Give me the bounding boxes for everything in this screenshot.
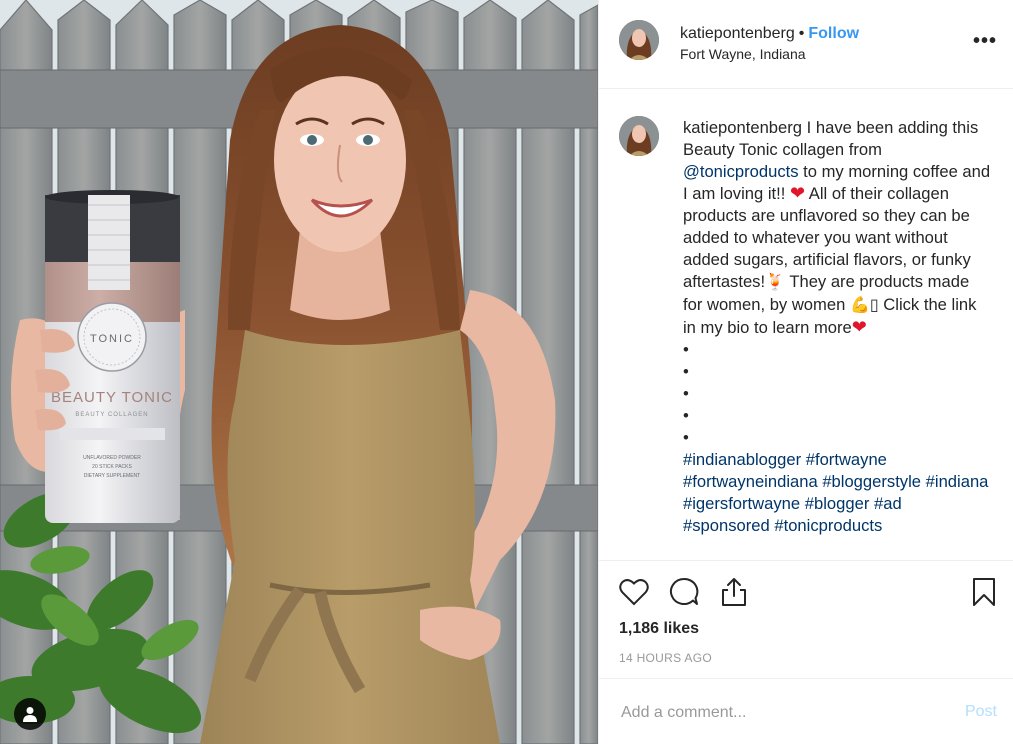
hashtag-link[interactable]: #fortwayneindiana bbox=[683, 472, 818, 491]
flexed-biceps-emoji: 💪 bbox=[849, 297, 870, 314]
post-side-panel: katiepontenberg • Follow Fort Wayne, India… bbox=[598, 0, 1013, 744]
mention-link[interactable]: @tonicproducts bbox=[683, 162, 799, 181]
avatar-image bbox=[619, 20, 659, 60]
action-bar bbox=[599, 560, 1013, 618]
bullet-line: • bbox=[683, 384, 689, 403]
like-button[interactable] bbox=[618, 576, 650, 608]
product-brand: TONIC bbox=[90, 333, 134, 345]
bullet-line: • bbox=[683, 362, 689, 381]
hashtag-link[interactable]: #indiana bbox=[926, 472, 989, 491]
post-comment-button[interactable]: Post bbox=[965, 703, 997, 721]
post-caption: katiepontenberg I have been adding this … bbox=[683, 117, 993, 537]
product-title: BEAUTY TONIC bbox=[51, 389, 173, 406]
comments-area: katiepontenberg I have been adding this … bbox=[599, 88, 1013, 560]
share-button[interactable] bbox=[718, 576, 750, 608]
post-timestamp[interactable]: 14 HOURS AGO bbox=[619, 651, 712, 665]
hashtag-link[interactable]: #tonicproducts bbox=[774, 516, 882, 535]
product-line2: 20 STICK PACKS bbox=[92, 464, 132, 470]
hashtag-link[interactable]: #ad bbox=[874, 494, 902, 513]
instagram-post: TONIC BEAUTY TONIC BEAUTY COLLAGEN UNFLA… bbox=[0, 0, 1013, 744]
hashtag-link[interactable]: #bloggerstyle bbox=[822, 472, 921, 491]
bullet-line: • bbox=[683, 340, 689, 359]
cocktail-emoji: 🍹 bbox=[765, 274, 786, 291]
hashtag-link[interactable]: #indianablogger bbox=[683, 450, 801, 469]
user-tag-icon bbox=[23, 707, 37, 722]
follow-button[interactable]: Follow bbox=[808, 25, 859, 42]
header-line: katiepontenberg • Follow bbox=[680, 24, 859, 44]
header-username-link[interactable]: katiepontenberg bbox=[680, 25, 795, 42]
product-line1: UNFLAVORED POWDER bbox=[83, 455, 141, 461]
save-button[interactable] bbox=[968, 576, 1000, 608]
post-header: katiepontenberg • Follow Fort Wayne, India… bbox=[599, 0, 1013, 89]
bookmark-icon bbox=[973, 578, 995, 606]
bullet-line: • bbox=[683, 428, 689, 447]
heart-emoji: ❤ bbox=[789, 183, 806, 203]
comment-button[interactable] bbox=[668, 576, 700, 608]
likes-count[interactable]: 1,186 likes bbox=[619, 620, 699, 638]
share-icon bbox=[722, 578, 746, 606]
photo-illustration: TONIC BEAUTY TONIC BEAUTY COLLAGEN UNFLA… bbox=[0, 0, 598, 744]
hashtag-list: #indianablogger #fortwayne #fortwayneind… bbox=[683, 449, 993, 537]
hashtag-link[interactable]: #igersfortwayne bbox=[683, 494, 800, 513]
heart-icon bbox=[619, 579, 649, 606]
product-can: TONIC BEAUTY TONIC BEAUTY COLLAGEN UNFLA… bbox=[45, 190, 180, 523]
bullet-line: • bbox=[683, 406, 689, 425]
product-subtitle: BEAUTY COLLAGEN bbox=[75, 412, 148, 418]
comment-input[interactable] bbox=[619, 699, 943, 727]
header-text: katiepontenberg • Follow Fort Wayne, India… bbox=[680, 24, 859, 62]
caption-username-link[interactable]: katiepontenberg bbox=[683, 118, 802, 137]
separator-dot: • bbox=[798, 25, 805, 42]
avatar-image bbox=[619, 116, 659, 156]
more-options-button[interactable]: ••• bbox=[973, 30, 997, 53]
post-photo[interactable]: TONIC BEAUTY TONIC BEAUTY COLLAGEN UNFLA… bbox=[0, 0, 598, 744]
caption-avatar[interactable] bbox=[619, 116, 659, 156]
location-link[interactable]: Fort Wayne, Indiana bbox=[680, 46, 859, 62]
product-line3: DIETARY SUPPLEMENT bbox=[84, 473, 140, 479]
comment-icon bbox=[669, 577, 699, 605]
add-comment-section: Post bbox=[599, 678, 1013, 744]
hashtag-link[interactable]: #sponsored bbox=[683, 516, 770, 535]
missing-glyph-emoji: ▯ bbox=[869, 297, 879, 314]
hashtag-link[interactable]: #fortwayne bbox=[806, 450, 887, 469]
hashtag-link[interactable]: #blogger bbox=[805, 494, 870, 513]
user-tag-button[interactable] bbox=[14, 698, 46, 730]
avatar[interactable] bbox=[619, 20, 659, 60]
heart-emoji: ❤ bbox=[851, 317, 867, 337]
